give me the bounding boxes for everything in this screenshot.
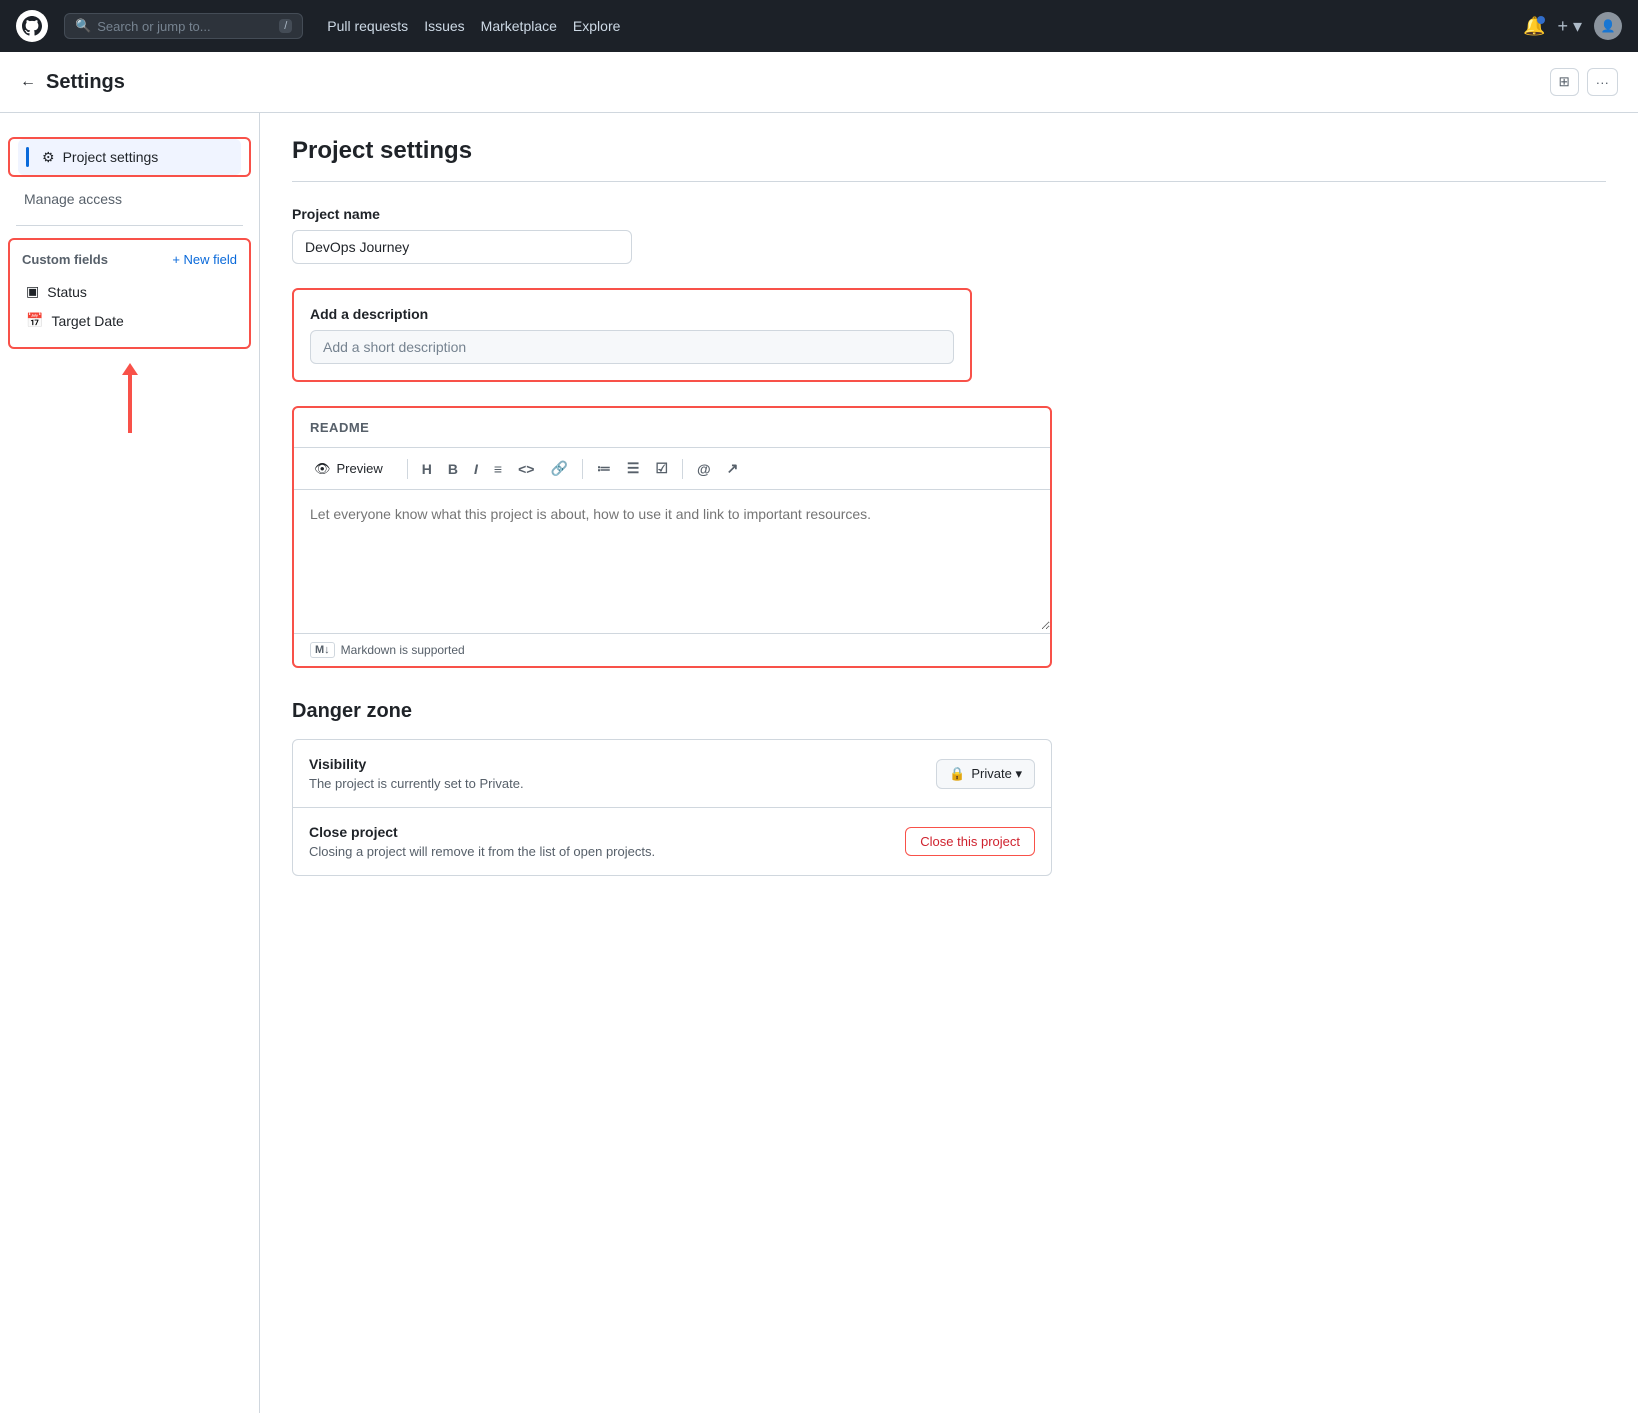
page-title: Settings [46,71,125,94]
avatar[interactable]: 👤 [1594,12,1622,40]
eye-icon: 👁 [314,461,331,477]
toolbar-code-button[interactable]: <> [512,457,540,481]
custom-fields-section: Custom fields + New field ▣ Status 📅 Tar… [8,238,251,349]
toolbar-quote-button[interactable]: ≡ [488,457,508,481]
readme-header: README [294,408,1050,448]
topnav: 🔍 / Pull requests Issues Marketplace Exp… [0,0,1638,52]
toolbar-unordered-list-button[interactable]: ≔ [591,456,617,481]
more-options-button[interactable]: ··· [1587,68,1618,96]
close-project-description: Closing a project will remove it from th… [309,844,905,859]
main-content: Project settings Project name Add a desc… [260,113,1638,1413]
markdown-icon: M↓ [310,642,335,658]
toolbar-heading-button[interactable]: H [416,457,438,481]
visibility-button[interactable]: 🔒 Private ▾ [936,759,1035,789]
toolbar-mention-button[interactable]: @ [691,457,717,481]
custom-field-target-date-label: Target Date [51,313,123,329]
danger-zone-title: Danger zone [292,700,1606,723]
custom-fields-header: Custom fields + New field [22,252,237,267]
visibility-row: Visibility The project is currently set … [293,740,1051,807]
custom-fields-title: Custom fields [22,252,108,267]
toolbar-divider [407,459,408,479]
preview-button[interactable]: 👁 Preview [306,457,391,481]
readme-footer: M↓ Markdown is supported [294,633,1050,666]
sidebar-item-label: Project settings [63,149,225,165]
toolbar-ordered-list-button[interactable]: ☰ [621,456,646,481]
toolbar-reference-button[interactable]: ↗ [721,456,745,481]
search-icon: 🔍 [75,18,91,34]
preview-label: Preview [337,461,383,476]
project-name-section: Project name [292,206,1606,264]
visibility-info: Visibility The project is currently set … [309,756,936,791]
status-icon: ▣ [26,283,39,300]
sidebar-item-manage-access[interactable]: Manage access [0,185,259,213]
content-title: Project settings [292,137,1606,182]
notification-dot [1537,16,1545,24]
readme-toolbar: 👁 Preview H B I ≡ <> 🔗 ≔ ☰ ☑ @ ↗ [294,448,1050,490]
sidebar-item-project-settings[interactable]: ⚙ Project settings [18,139,241,175]
custom-field-target-date[interactable]: 📅 Target Date [22,306,237,335]
description-label: Add a description [310,306,954,322]
project-settings-box: ⚙ Project settings [8,137,251,177]
annotation-arrow [0,357,259,449]
search-kbd: / [279,19,292,33]
custom-field-status-label: Status [47,284,87,300]
sidebar-divider [16,225,243,226]
close-project-row: Close project Closing a project will rem… [293,807,1051,875]
topnav-issues[interactable]: Issues [424,18,464,34]
search-bar[interactable]: 🔍 / [64,13,303,39]
visibility-title: Visibility [309,756,936,772]
danger-zone: Danger zone Visibility The project is cu… [292,700,1606,876]
red-arrow [128,373,132,433]
readme-textarea[interactable] [294,490,1050,630]
description-input[interactable] [310,330,954,364]
calendar-icon: 📅 [26,312,43,329]
topnav-explore[interactable]: Explore [573,18,620,34]
visibility-description: The project is currently set to Private. [309,776,936,791]
sidebar: ⚙ Project settings Manage access Custom … [0,113,260,1413]
settings-header: ← Settings ⊞ ··· [0,52,1638,113]
layout-button[interactable]: ⊞ [1550,68,1579,96]
create-button[interactable]: + ▾ [1557,16,1582,37]
main-layout: ⚙ Project settings Manage access Custom … [0,113,1638,1413]
toolbar-divider2 [582,459,583,479]
gear-icon: ⚙ [42,149,55,166]
search-input[interactable] [97,19,273,34]
toolbar-divider3 [682,459,683,479]
lock-icon: 🔒 [949,766,965,782]
toolbar-bold-button[interactable]: B [442,457,464,481]
new-field-button[interactable]: + New field [172,252,237,267]
close-project-info: Close project Closing a project will rem… [309,824,905,859]
topnav-pull-requests[interactable]: Pull requests [327,18,408,34]
visibility-button-label: Private ▾ [971,766,1022,782]
notifications-button[interactable]: 🔔 [1523,16,1545,37]
custom-field-status[interactable]: ▣ Status [22,277,237,306]
topnav-right: 🔔 + ▾ 👤 [1523,12,1622,40]
toolbar-italic-button[interactable]: I [468,457,484,481]
topnav-marketplace[interactable]: Marketplace [481,18,557,34]
active-indicator [26,147,29,167]
project-name-input[interactable] [292,230,632,264]
project-name-label: Project name [292,206,1606,222]
topnav-links: Pull requests Issues Marketplace Explore [327,18,620,34]
readme-section: README 👁 Preview H B I ≡ <> 🔗 ≔ ☰ ☑ @ [292,406,1052,668]
back-button[interactable]: ← [20,73,36,91]
toolbar-tasklist-button[interactable]: ☑ [649,456,674,481]
toolbar-link-button[interactable]: 🔗 [544,456,573,481]
close-project-button[interactable]: Close this project [905,827,1035,856]
markdown-label: Markdown is supported [341,643,465,657]
danger-zone-box: Visibility The project is currently set … [292,739,1052,876]
github-logo[interactable] [16,10,48,42]
description-section: Add a description [292,288,972,382]
close-project-title: Close project [309,824,905,840]
